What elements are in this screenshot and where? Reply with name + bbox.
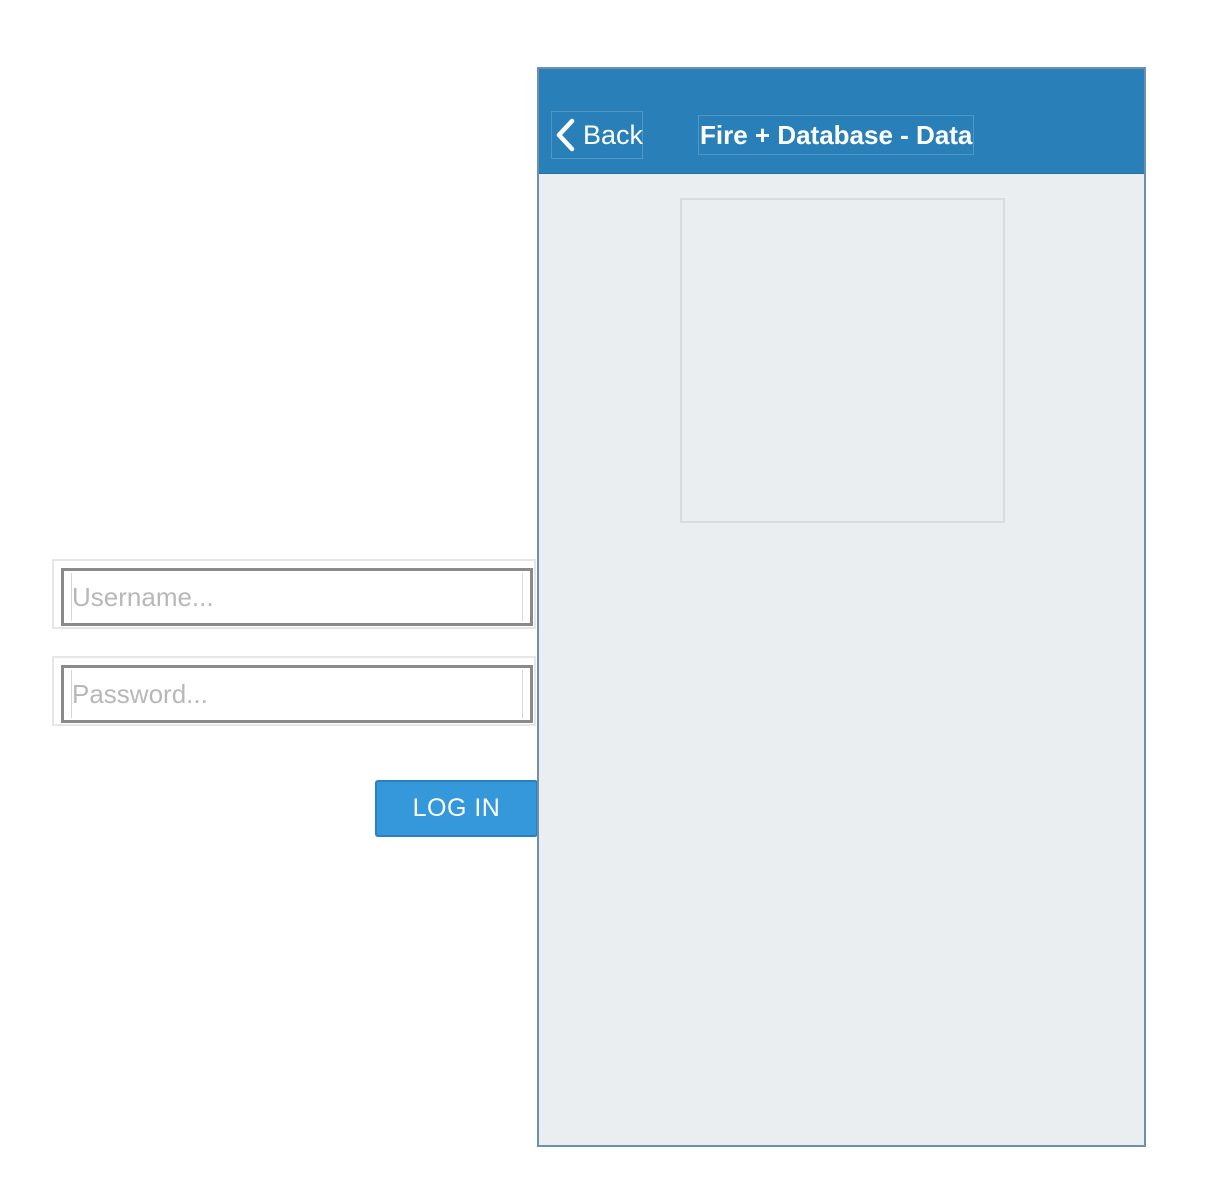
password-field-wrapper: [52, 656, 536, 726]
login-button[interactable]: LOG IN: [375, 780, 538, 837]
page-title: Fire + Database - Data: [698, 115, 975, 155]
username-input[interactable]: [71, 573, 523, 621]
image-placeholder: [680, 198, 1005, 523]
detail-screen: Back Fire + Database - Data: [537, 67, 1146, 1147]
username-field-wrapper: [52, 559, 536, 629]
nav-bar: Back Fire + Database - Data: [539, 69, 1144, 174]
back-button[interactable]: Back: [551, 111, 643, 159]
username-field-frame: [61, 568, 533, 626]
password-field-frame: [61, 665, 533, 723]
chevron-left-icon: [554, 118, 576, 152]
back-label: Back: [583, 119, 644, 150]
password-input[interactable]: [71, 670, 523, 718]
